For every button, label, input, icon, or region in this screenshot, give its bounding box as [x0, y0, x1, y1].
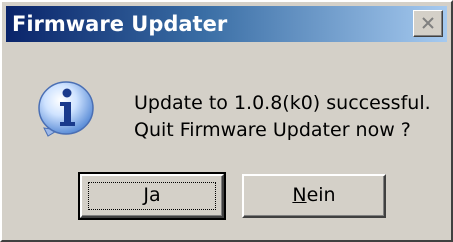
no-button[interactable]: Nein: [242, 174, 386, 218]
close-button[interactable]: [413, 10, 443, 37]
dialog-window: Firmware Updater Update to 1.0.8(k0) suc…: [0, 0, 453, 242]
close-icon: [422, 17, 434, 29]
no-button-label: Nein: [292, 184, 335, 206]
message-text: Update to 1.0.8(k0) successful. Quit Fir…: [134, 90, 431, 144]
yes-label-rest: a: [148, 184, 161, 206]
message-line-1: Update to 1.0.8(k0) successful.: [134, 92, 431, 114]
no-mnemonic: N: [292, 184, 307, 206]
window-title: Firmware Updater: [12, 12, 228, 36]
message-line-2: Quit Firmware Updater now ?: [134, 119, 411, 141]
info-icon: [34, 78, 98, 142]
title-bar[interactable]: Firmware Updater: [6, 6, 447, 42]
yes-button-label: Ja: [143, 184, 160, 206]
no-label-rest: ein: [306, 184, 336, 206]
yes-button[interactable]: Ja: [78, 172, 226, 220]
